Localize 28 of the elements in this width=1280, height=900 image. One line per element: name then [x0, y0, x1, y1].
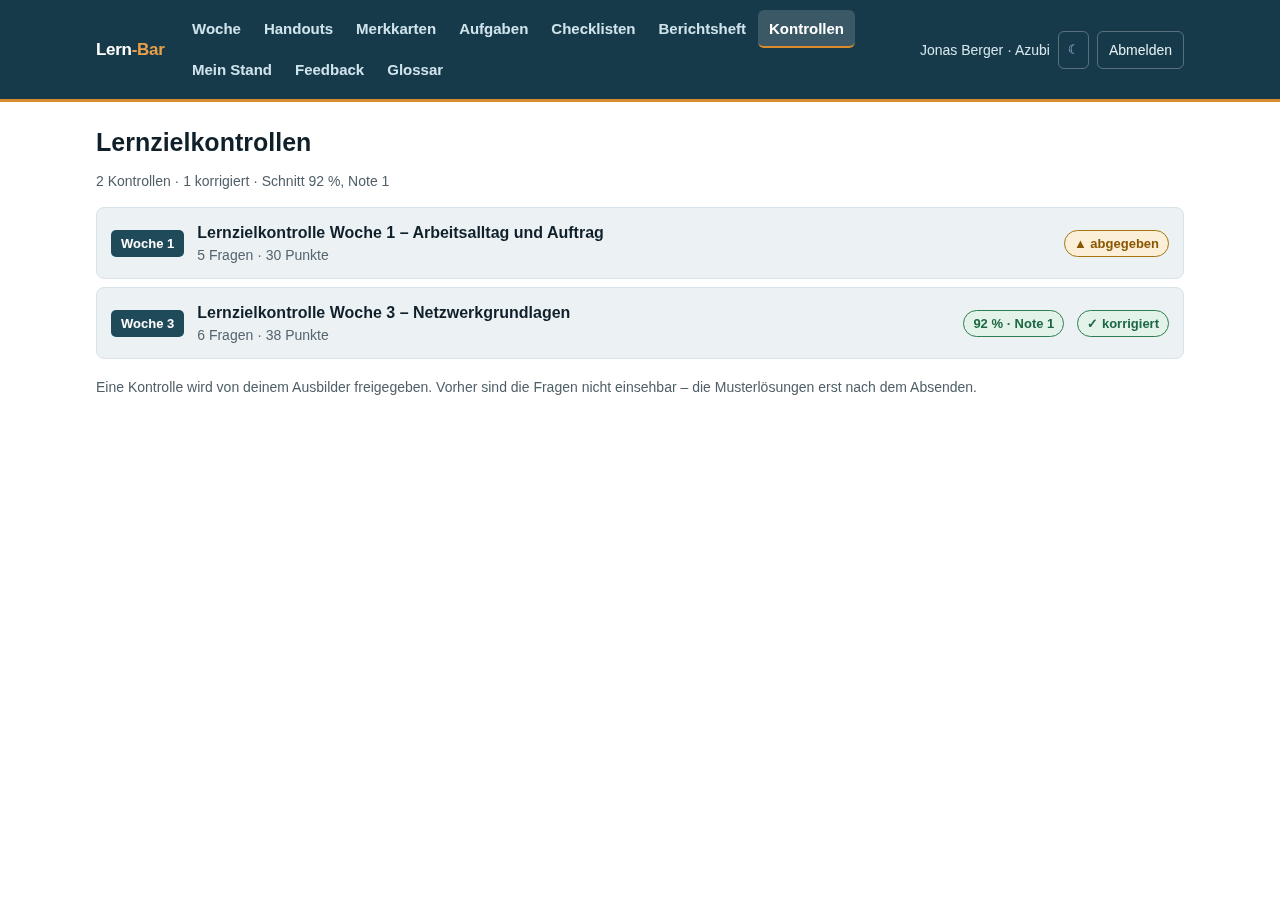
- nav-tab[interactable]: Kontrollen: [758, 10, 856, 48]
- score-tag: 92 % · Note 1: [963, 309, 1065, 337]
- summary-text: 2 Kontrollen · 1 korrigiert · Schnitt 92 %, Note 1: [96, 173, 391, 189]
- nav-tab[interactable]: Berichtsheft: [647, 10, 758, 48]
- quiz-title: Lernzielkontrolle Woche 3 – Netzwerkgrundlagen: [197, 303, 571, 322]
- quiz-card[interactable]: Woche 1 Lernzielkontrolle Woche 1 – Arbeitsalltag und Auftrag 5 Fragen · 30 Punkte ▲ abgegeben: [96, 207, 1184, 279]
- quiz-title: Lernzielkontrolle Woche 1 – Arbeitsalltag und Auftrag: [197, 223, 604, 242]
- quiz-meta: 5 Fragen · 30 Punkte: [197, 246, 330, 263]
- logo[interactable]: Lern-Bar: [96, 39, 181, 60]
- logout-button[interactable]: Abmelden: [1096, 30, 1184, 69]
- status-tag: ✓ korrigiert: [1077, 309, 1169, 337]
- nav-tab[interactable]: Merkkarten: [345, 10, 448, 48]
- quiz-meta: 6 Fragen · 38 Punkte: [197, 326, 330, 343]
- week-badge: Woche 1: [111, 229, 185, 257]
- nav-tab[interactable]: Feedback: [284, 51, 376, 89]
- status-tag: ▲ abgegeben: [1063, 229, 1169, 257]
- user-label: Jonas Berger · Azubi: [920, 41, 1050, 58]
- page-title: Lernzielkontrollen: [96, 127, 313, 158]
- theme-toggle-button[interactable]: ☾: [1057, 30, 1089, 69]
- nav-tab[interactable]: Glossar: [376, 51, 455, 89]
- nav-tab[interactable]: Aufgaben: [448, 10, 540, 48]
- nav-tab[interactable]: Checklisten: [540, 10, 647, 48]
- quiz-card[interactable]: Woche 3 Lernzielkontrolle Woche 3 – Netzwerkgrundlagen 6 Fragen · 38 Punkte 92 % · Note 1 ✓ korrigiert: [96, 287, 1184, 359]
- nav-tab[interactable]: Mein Stand: [181, 51, 283, 89]
- nav-tab[interactable]: Woche: [181, 10, 252, 48]
- week-badge: Woche 3: [111, 309, 185, 337]
- info-text: Eine Kontrolle wird von deinem Ausbilder freigegeben. Vorher sind die Fragen nicht einsehbar – die Musterlösungen erst nach dem Absenden.: [96, 379, 978, 395]
- nav-tab[interactable]: Handouts: [252, 10, 345, 48]
